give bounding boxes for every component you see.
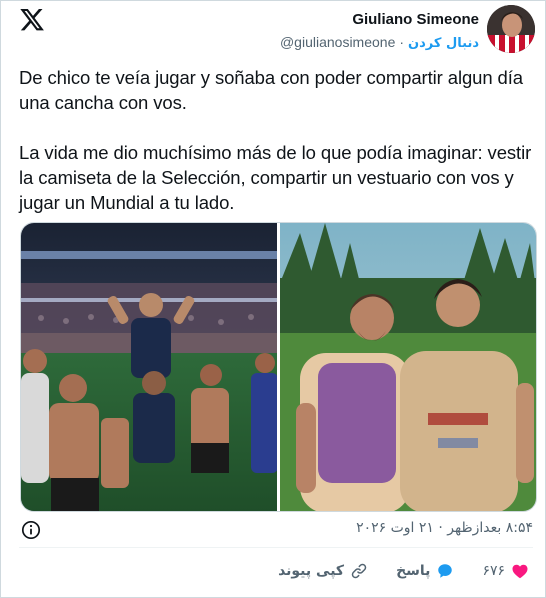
display-name[interactable]: Giuliano Simeone bbox=[280, 11, 479, 29]
reply-bubble-icon bbox=[438, 564, 453, 578]
tweet-paragraph: La vida me dio muchísimo más de lo que p… bbox=[19, 142, 532, 213]
photo-celebration[interactable] bbox=[21, 223, 277, 511]
like-count: ۶۷۶ bbox=[482, 563, 505, 579]
avatar-image bbox=[487, 5, 535, 53]
photo-two-players[interactable] bbox=[280, 223, 536, 511]
handle-row: @giulianosimeone · دنبال کردن bbox=[280, 33, 479, 53]
divider bbox=[19, 547, 533, 548]
tweet-card: Giuliano Simeone @giulianosimeone · دنبال … bbox=[0, 0, 546, 598]
copy-link-button[interactable]: کپی پیوند bbox=[278, 562, 368, 580]
handle[interactable]: @giulianosimeone bbox=[280, 34, 395, 50]
photo-two-players-image bbox=[280, 223, 536, 511]
avatar[interactable] bbox=[487, 5, 535, 53]
tweet-text: De chico te veía jugar y soñaba con pode… bbox=[19, 65, 535, 240]
author-block: Giuliano Simeone @giulianosimeone · دنبال … bbox=[280, 5, 535, 53]
heart-icon bbox=[512, 564, 528, 579]
action-bar: ۶۷۶ پاسخ کپی پیوند bbox=[250, 562, 529, 580]
like-button[interactable]: ۶۷۶ bbox=[482, 562, 529, 580]
media-grid bbox=[20, 222, 537, 512]
link-icon bbox=[351, 563, 367, 579]
info-icon[interactable] bbox=[21, 520, 41, 540]
separator-dot: · bbox=[399, 34, 405, 50]
timestamp[interactable]: ۸:۵۴ بعدازظهر · ۲۱ اوت ۲۰۲۶ bbox=[356, 520, 533, 536]
author-names: Giuliano Simeone @giulianosimeone · دنبال … bbox=[280, 11, 479, 53]
reply-button[interactable]: پاسخ bbox=[396, 562, 454, 580]
reply-label: پاسخ bbox=[396, 563, 431, 579]
x-logo-icon[interactable] bbox=[19, 9, 45, 31]
tweet-paragraph: De chico te veía jugar y soñaba con pode… bbox=[19, 67, 523, 113]
follow-button[interactable]: دنبال کردن bbox=[408, 36, 479, 51]
copy-link-label: کپی پیوند bbox=[278, 563, 345, 579]
photo-celebration-image bbox=[21, 223, 277, 511]
